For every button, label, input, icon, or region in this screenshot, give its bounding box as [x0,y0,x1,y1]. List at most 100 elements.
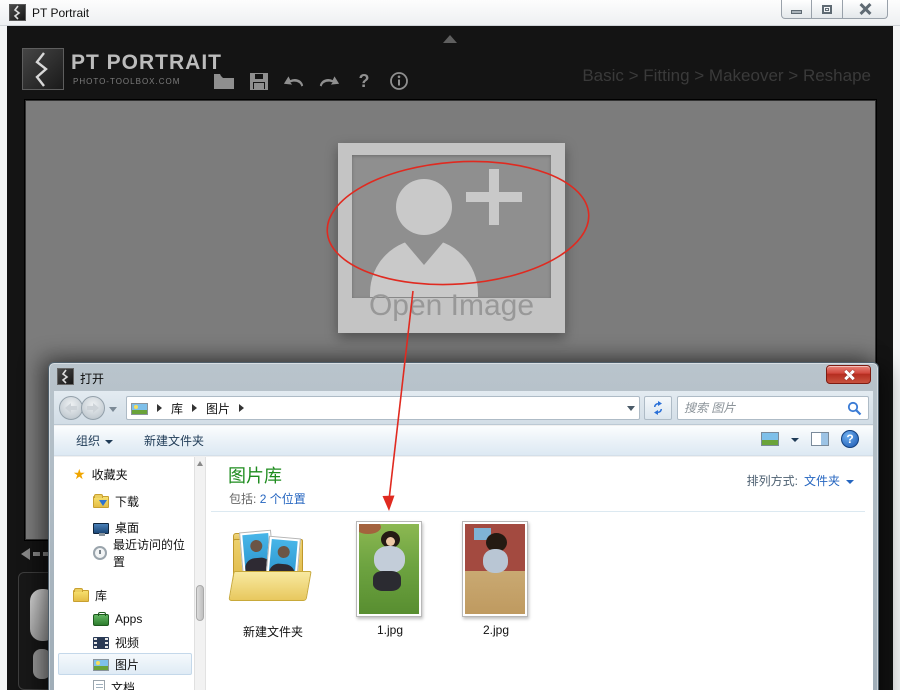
downloads-folder-icon [93,494,109,508]
file-tile-folder[interactable]: 新建文件夹 [223,519,323,639]
sidebar-scrollbar[interactable] [194,457,205,690]
sidebar-label: 图片 [115,657,140,672]
open-file-icon[interactable] [213,70,235,92]
desktop-icon [93,522,109,536]
dialog-title: 打开 [80,372,105,386]
history-dropdown-icon[interactable] [109,407,117,412]
sidebar-item-favorites[interactable]: ★ 收藏夹 [58,463,192,485]
recent-places-icon [93,546,107,560]
sidebar-label: 库 [95,588,108,603]
file-tile-1jpg[interactable]: 1.jpg [355,519,425,639]
sidebar-item-libraries[interactable]: 库 [58,584,192,606]
crumb-separator-icon [239,404,245,412]
search-icon[interactable] [847,401,862,416]
close-button[interactable] [843,0,888,19]
arrange-value[interactable]: 文件夹 [804,472,840,489]
arrange-label: 排列方式: [746,474,798,488]
arrange-by[interactable]: 排列方式: 文件夹 [747,472,854,489]
address-dropdown-icon[interactable] [627,405,635,411]
maximize-icon [822,4,832,14]
sidebar-item-recent-places[interactable]: 最近访问的位置 [58,538,192,569]
new-folder-label: 新建文件夹 [144,434,205,448]
crumb-libraries[interactable]: 库 [171,400,183,417]
dialog-app-icon [57,368,74,385]
photo-thumbnail [356,521,422,617]
dialog-close-button[interactable] [826,365,871,384]
preview-pane-icon[interactable] [811,432,829,446]
photo-thumbnail [462,521,528,617]
collapse-toolbar-arrow-icon[interactable] [443,35,457,43]
window-title: PT Portrait [32,6,90,20]
app-title: PT PORTRAIT [71,51,222,74]
location-pictures-icon [131,403,148,415]
open-image-label: Open Image [368,289,535,322]
undo-icon[interactable] [283,70,305,92]
dialog-command-bar: 组织 新建文件夹 ? [54,426,873,456]
library-icon [73,588,89,602]
includes-link[interactable]: 2 个位置 [260,492,306,506]
refresh-icon [654,401,662,415]
sidebar-label: 桌面 [115,520,140,535]
sidebar-item-downloads[interactable]: 下载 [58,490,192,512]
documents-icon [93,680,105,690]
app-logo [22,48,64,90]
scroll-up-icon[interactable] [197,461,203,466]
includes-label: 包括: [229,492,257,506]
sidebar-item-documents[interactable]: 文档 [58,676,192,690]
views-icon[interactable] [761,432,779,446]
open-dialog: 打开 库 图片 搜索 图片 组织 新建文件夹 ? ★ 收藏夹 下载 桌面 最近访… [48,362,879,690]
sidebar-item-videos[interactable]: 视频 [58,631,192,653]
command-bar-right: ? [761,430,859,448]
dialog-help-icon[interactable]: ? [841,430,859,448]
scrollbar-thumb[interactable] [196,585,204,621]
open-image-card[interactable]: Open Image [338,143,565,333]
refresh-button[interactable] [644,396,672,420]
file-name: 1.jpg [376,623,404,637]
back-button[interactable] [59,396,83,420]
organize-button[interactable]: 组织 [76,432,114,449]
file-name: 2.jpg [482,623,510,637]
library-includes: 包括: 2 个位置 [229,490,306,507]
address-breadcrumb-bar[interactable]: 库 图片 [126,396,640,420]
folder-thumbnail [225,525,317,617]
apps-icon [93,612,109,626]
sidebar-label: 最近访问的位置 [113,538,186,569]
window-controls [781,0,888,19]
library-title: 图片库 [228,466,282,486]
dialog-titlebar[interactable]: 打开 [49,363,878,391]
header-separator [211,511,865,512]
maximize-button[interactable] [812,0,843,19]
search-input[interactable] [684,398,840,418]
forward-button[interactable] [81,396,105,420]
new-folder-button[interactable]: 新建文件夹 [144,432,204,449]
save-icon[interactable] [248,70,270,92]
crumb-pictures[interactable]: 图片 [206,400,230,417]
sidebar-item-desktop[interactable]: 桌面 [58,516,192,538]
sidebar-item-apps[interactable]: Apps [58,608,192,630]
redo-icon[interactable] [318,70,340,92]
videos-icon [93,637,109,649]
minimize-button[interactable] [781,0,812,19]
file-list-area: 图片库 包括: 2 个位置 排列方式: 文件夹 新建文件夹 1.jpg 2.jp… [209,457,873,690]
app-subtitle: PHOTO-TOOLBOX.COM [73,77,181,86]
organize-dropdown-icon [105,439,114,444]
sidebar-label: 下载 [115,494,140,509]
sidebar-label: 文档 [111,680,136,690]
help-icon[interactable]: ? [353,70,375,92]
info-icon[interactable] [388,70,410,92]
main-window-titlebar: PT Portrait [0,0,900,26]
file-tile-2jpg[interactable]: 2.jpg [461,519,531,639]
close-x-icon [844,370,854,380]
search-box [677,396,869,420]
sidebar-label: Apps [115,612,143,626]
pan-left-arrow-icon[interactable] [21,548,50,560]
organize-label: 组织 [76,434,101,448]
sidebar-label: 视频 [115,635,140,650]
sidebar-item-pictures[interactable]: 图片 [58,653,192,675]
pictures-icon [93,659,109,671]
dialog-main-area: ★ 收藏夹 下载 桌面 最近访问的位置 库 Apps 视频 图片 文档 图片库 … [54,457,873,690]
crumb-separator-icon [192,404,198,412]
dialog-sidebar: ★ 收藏夹 下载 桌面 最近访问的位置 库 Apps 视频 图片 文档 [54,457,206,690]
views-dropdown-icon[interactable] [791,438,799,442]
plus-icon-vertical [489,169,499,225]
